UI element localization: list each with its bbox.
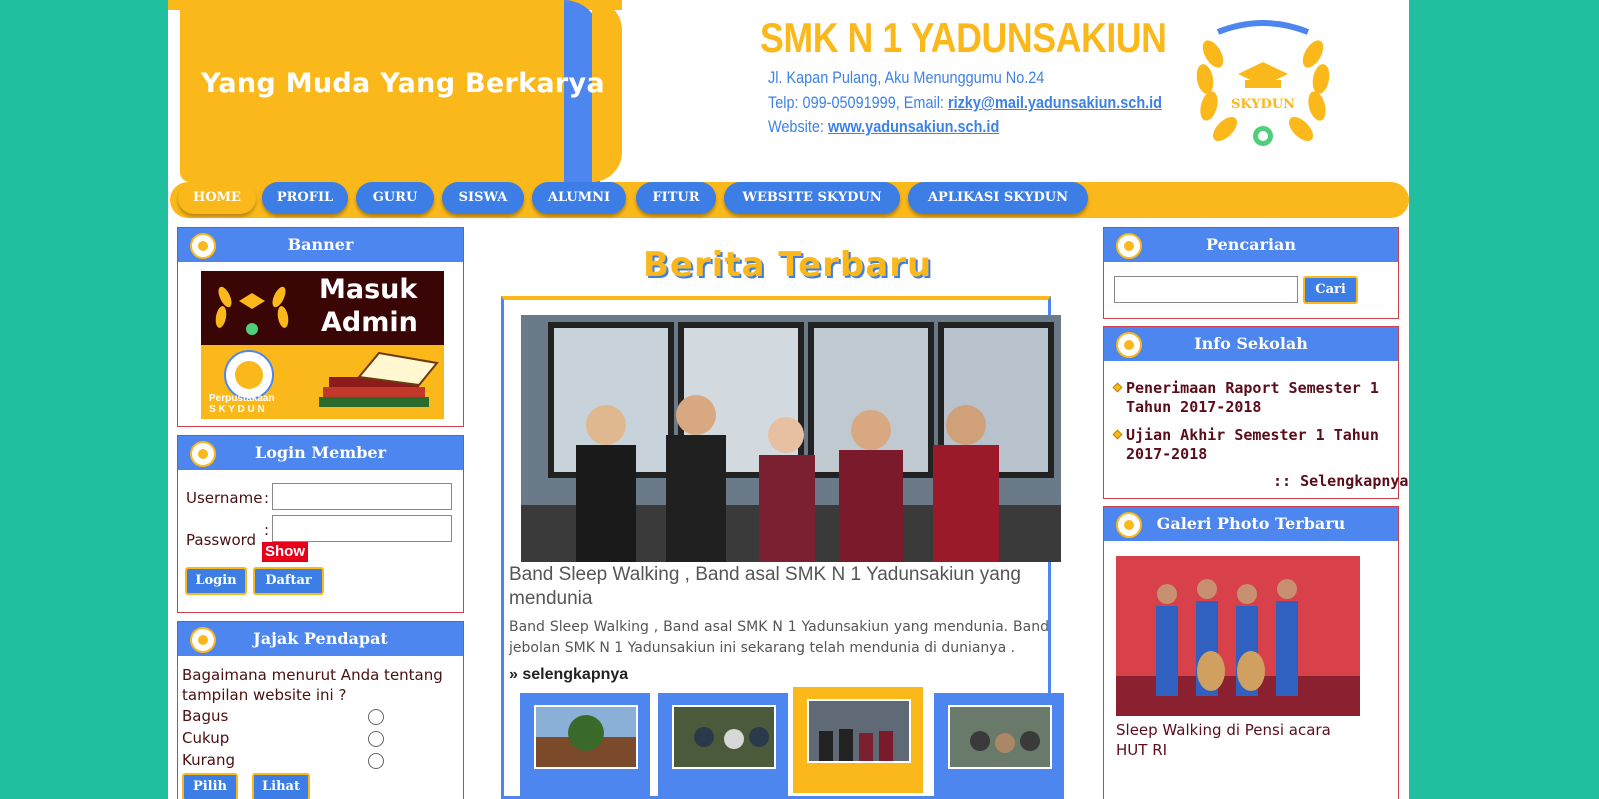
info-item-link[interactable]: Ujian Akhir Semester 1 Tahun 2017-2018 bbox=[1126, 426, 1391, 464]
poll-option-label: Bagus bbox=[182, 707, 229, 725]
gallery-photo[interactable] bbox=[1116, 556, 1360, 716]
username-input[interactable] bbox=[272, 483, 452, 510]
username-label: Username bbox=[186, 489, 263, 507]
gallery-caption[interactable]: Sleep Walking di Pensi acara HUT RI bbox=[1116, 720, 1356, 760]
register-button[interactable]: Daftar bbox=[253, 567, 324, 595]
info-more-link[interactable]: :: Selengkapnya bbox=[1273, 472, 1408, 491]
site-slogan: Yang Muda Yang Berkarya bbox=[201, 68, 605, 99]
info-title: Info Sekolah bbox=[1194, 334, 1308, 353]
news-thumbnail[interactable] bbox=[934, 693, 1064, 799]
thumbnail-image bbox=[534, 705, 638, 769]
poll-choose-button[interactable]: Pilih bbox=[182, 773, 238, 799]
thumbnail-image bbox=[948, 705, 1052, 769]
login-title: Login Member bbox=[254, 443, 386, 462]
password-input[interactable] bbox=[272, 515, 452, 542]
skydun-logo-icon bbox=[215, 286, 289, 335]
poll-option-radio[interactable] bbox=[368, 731, 384, 747]
admin-login-banner[interactable]: Masuk Admin bbox=[201, 271, 444, 345]
search-box: Pencarian bbox=[1103, 227, 1399, 319]
banner-title: Banner bbox=[287, 235, 354, 254]
news-thumbnail-active[interactable] bbox=[793, 687, 923, 793]
gallery-header: Galeri Photo Terbaru bbox=[1104, 507, 1398, 541]
news-thumbnail[interactable] bbox=[520, 693, 650, 799]
login-button[interactable]: Login bbox=[185, 567, 247, 595]
site-header: Yang Muda Yang Berkarya SMK N 1 YADUNSAK… bbox=[168, 0, 1409, 182]
nav-home[interactable]: HOME bbox=[178, 182, 256, 214]
info-header: Info Sekolah bbox=[1104, 327, 1398, 361]
school-address: Jl. Kapan Pulang, Aku Menunggumu No.24 bbox=[768, 68, 1045, 87]
website-link[interactable]: www.yadunsakiun.sch.id bbox=[828, 117, 999, 136]
news-summary: Band Sleep Walking , Band asal SMK N 1 Y… bbox=[509, 619, 1049, 656]
poll-option-label: Cukup bbox=[182, 729, 230, 747]
badge-icon bbox=[1116, 332, 1142, 358]
poll-header: Jajak Pendapat bbox=[178, 622, 463, 656]
email-link[interactable]: rizky@mail.yadunsakiun.sch.id bbox=[948, 93, 1162, 112]
band-photo-image bbox=[521, 315, 1061, 562]
login-header: Login Member bbox=[178, 436, 463, 470]
nav-fitur[interactable]: FITUR bbox=[636, 182, 716, 214]
main-nav: HOME PROFIL GURU SISWA ALUMNI FITUR WEBS… bbox=[170, 182, 1409, 218]
nav-aplikasi-skydun[interactable]: APLIKASI SKYDUN bbox=[908, 182, 1088, 214]
school-website: Website: www.yadunsakiun.sch.id bbox=[768, 117, 999, 137]
badge-icon bbox=[190, 627, 216, 653]
badge-icon bbox=[1116, 233, 1142, 259]
admin-banner-text: Masuk Admin bbox=[319, 273, 418, 339]
poll-option-radio[interactable] bbox=[368, 753, 384, 769]
school-logo: SKYDUN bbox=[1196, 20, 1330, 146]
books-icon bbox=[319, 351, 439, 407]
school-name: SMK N 1 YADUNSAKIUN bbox=[760, 14, 1167, 61]
nav-website-skydun[interactable]: WEBSITE SKYDUN bbox=[724, 182, 900, 214]
username-colon: : bbox=[264, 489, 270, 507]
news-thumbnail[interactable] bbox=[658, 693, 788, 799]
library-banner[interactable]: Perpustakaan S K Y D U N bbox=[201, 345, 444, 419]
badge-icon bbox=[1116, 512, 1142, 538]
poll-option-label: Kurang bbox=[182, 751, 235, 769]
poll-question: Bagaimana menurut Anda tentang tampilan … bbox=[182, 666, 443, 704]
page: Yang Muda Yang Berkarya SMK N 1 YADUNSAK… bbox=[168, 0, 1409, 799]
library-banner-line2: S K Y D U N bbox=[209, 404, 265, 415]
nav-profil[interactable]: PROFIL bbox=[262, 182, 348, 214]
logo-text: SKYDUN bbox=[1231, 97, 1295, 112]
thumbnail-image bbox=[807, 699, 911, 763]
gallery-image bbox=[1116, 556, 1360, 716]
admin-banner-line1: Masuk bbox=[319, 274, 418, 305]
nav-siswa[interactable]: SISWA bbox=[442, 182, 524, 214]
search-input[interactable] bbox=[1114, 276, 1298, 303]
show-password-button[interactable]: Show bbox=[262, 542, 308, 562]
poll-option-radio[interactable] bbox=[368, 709, 384, 725]
news-headline[interactable]: Band Sleep Walking , Band asal SMK N 1 Y… bbox=[509, 563, 1049, 611]
website-prefix: Website: bbox=[768, 117, 828, 136]
library-banner-text: Perpustakaan S K Y D U N bbox=[209, 393, 275, 415]
nav-guru[interactable]: GURU bbox=[356, 182, 434, 214]
nav-alumni[interactable]: ALUMNI bbox=[532, 182, 626, 214]
read-more-link[interactable]: » selengkapnya bbox=[509, 666, 628, 684]
gallery-title: Galeri Photo Terbaru bbox=[1156, 514, 1346, 533]
school-contact: Telp: 099-05091999, Email: rizky@mail.ya… bbox=[768, 93, 1162, 113]
poll-view-button[interactable]: Lihat bbox=[252, 773, 310, 799]
search-button[interactable]: Cari bbox=[1303, 276, 1358, 304]
info-item-link[interactable]: Penerimaan Raport Semester 1 Tahun 2017-… bbox=[1126, 379, 1391, 417]
poll-title: Jajak Pendapat bbox=[253, 629, 388, 648]
badge-icon bbox=[190, 233, 216, 259]
contact-phone: Telp: 099-05091999, Email: bbox=[768, 93, 948, 112]
banner-header: Banner bbox=[178, 228, 463, 262]
section-title: Berita Terbaru bbox=[643, 245, 933, 285]
thumbnail-image bbox=[672, 705, 776, 769]
admin-banner-line2: Admin bbox=[321, 307, 418, 338]
badge-icon bbox=[190, 441, 216, 467]
news-photo[interactable] bbox=[521, 315, 1061, 562]
password-colon: : bbox=[264, 521, 270, 539]
library-banner-line1: Perpustakaan bbox=[209, 393, 275, 404]
search-header: Pencarian bbox=[1104, 228, 1398, 262]
password-label: Password bbox=[186, 531, 257, 549]
search-title: Pencarian bbox=[1205, 235, 1297, 254]
